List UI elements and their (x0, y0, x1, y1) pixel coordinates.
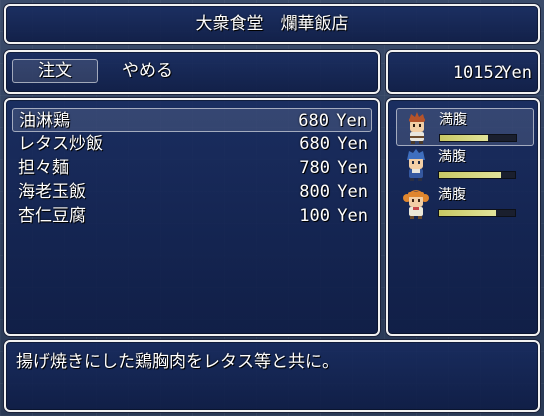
menu-item-currency: Yen (337, 206, 368, 226)
party-status-window: 満腹 満腹 満腹 (386, 98, 540, 336)
item-description: 揚げ焼きにした鶏胸肉をレタス等と共に。 (16, 352, 339, 372)
fullness-gauge (439, 134, 517, 142)
menu-item-price: 100 (299, 206, 330, 226)
gold-amount: 10152 (452, 63, 504, 83)
menu-item-name: 担々麺 (18, 158, 69, 178)
menu-item-name: 杏仁豆腐 (18, 206, 86, 226)
shop-title: 大衆食堂 爛華飯店 (195, 14, 349, 34)
menu-item-currency: Yen (337, 158, 368, 178)
gold-unit: Yen (501, 63, 532, 83)
party-member[interactable]: 満腹 (396, 146, 534, 184)
red-haired-hero-icon (409, 112, 425, 144)
party-member[interactable]: 満腹 (396, 184, 534, 222)
title-window: 大衆食堂 爛華飯店 (4, 4, 540, 44)
fullness-gauge (438, 171, 516, 179)
menu-item-price: 680 (299, 134, 330, 154)
menu-item[interactable]: 担々麺 780 Yen (12, 156, 372, 180)
menu-item-name: 海老玉飯 (18, 182, 86, 202)
member-status: 満腹 (439, 112, 467, 128)
gold-window: 10152 Yen (386, 50, 540, 94)
menu-item-currency: Yen (337, 182, 368, 202)
fullness-gauge (438, 209, 516, 217)
menu-item-price: 680 (298, 111, 329, 131)
member-status: 満腹 (438, 187, 466, 203)
order-command[interactable]: 注文 (12, 59, 98, 83)
menu-item-name: 油淋鶏 (19, 111, 70, 131)
cancel-command[interactable]: やめる (122, 59, 173, 83)
menu-item[interactable]: 杏仁豆腐 100 Yen (12, 204, 372, 228)
command-window: 注文 やめる (4, 50, 380, 94)
orange-haired-girl-icon (403, 190, 429, 219)
menu-item[interactable]: レタス炒飯 680 Yen (12, 132, 372, 156)
member-status: 満腹 (438, 149, 466, 165)
fullness-gauge-fill (439, 172, 502, 178)
menu-item-name: レタス炒飯 (18, 134, 103, 154)
order-command-label: 注文 (38, 61, 72, 81)
menu-list-window: 油淋鶏 680 Yen レタス炒飯 680 Yen 担々麺 780 Yen 海老… (4, 98, 380, 336)
menu-item-price: 780 (299, 158, 330, 178)
menu-item-currency: Yen (337, 134, 368, 154)
party-member[interactable]: 満腹 (396, 108, 534, 146)
help-window: 揚げ焼きにした鶏胸肉をレタス等と共に。 (4, 340, 540, 412)
fullness-gauge-fill (440, 135, 488, 141)
menu-item[interactable]: 海老玉飯 800 Yen (12, 180, 372, 204)
blue-haired-ally-icon (407, 149, 425, 181)
fullness-gauge-fill (439, 210, 496, 216)
menu-item-currency: Yen (336, 111, 367, 131)
menu-item[interactable]: 油淋鶏 680 Yen (12, 108, 372, 132)
menu-item-price: 800 (299, 182, 330, 202)
